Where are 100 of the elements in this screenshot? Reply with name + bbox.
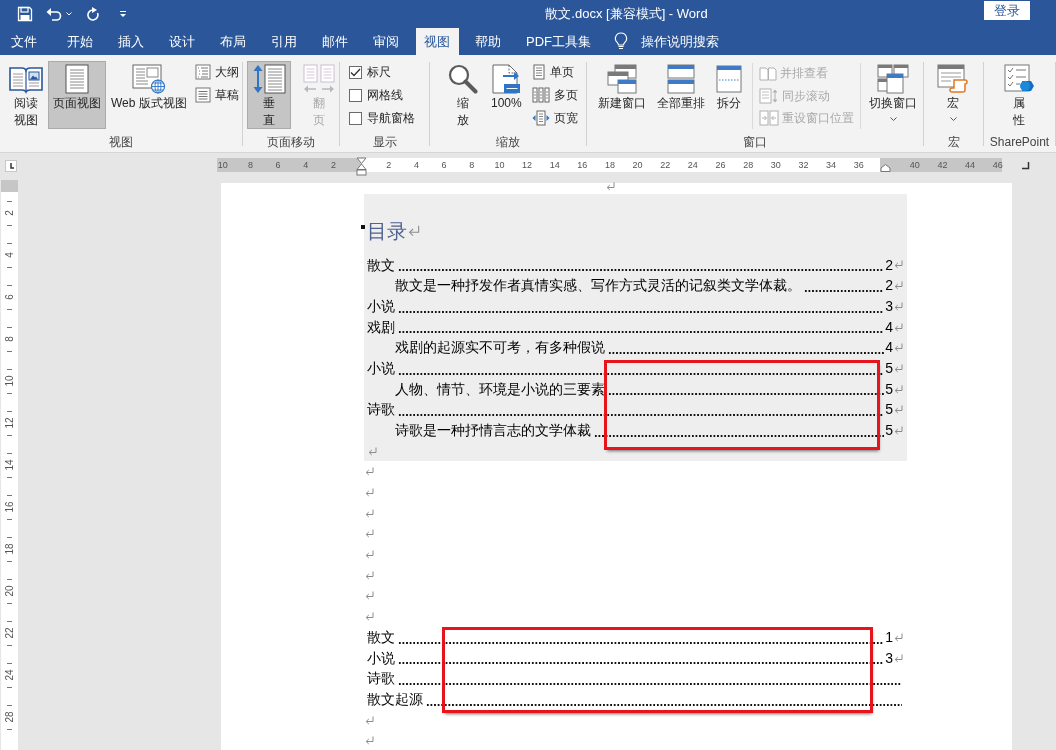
tab-selector-icon[interactable] — [5, 160, 17, 172]
split-button[interactable]: 拆分 — [711, 61, 747, 129]
corner-mark-icon — [1022, 162, 1030, 170]
ruler-number: 10 — [4, 375, 15, 387]
ruler-checkbox[interactable] — [349, 65, 362, 79]
ribbon-tab[interactable]: 布局 — [211, 28, 255, 55]
undo-icon[interactable] — [46, 6, 62, 21]
toc-entry: 散文是一种抒发作者真情实感、写作方式灵活的记叙类文学体裁。 — [395, 276, 801, 296]
ribbon-group-label: 显示 — [372, 135, 397, 149]
save-icon[interactable] — [17, 5, 33, 22]
ruler-number: 22 — [660, 160, 671, 170]
ribbon-tab[interactable]: 视图 — [415, 28, 459, 55]
sign-in-button[interactable]: 登录 — [984, 1, 1030, 20]
read-mode-button[interactable]: 阅读视图 — [4, 61, 48, 129]
ruler-number: 8 — [4, 336, 15, 342]
ruler-number: 18 — [4, 543, 15, 555]
ribbon-group-label: 缩放 — [496, 135, 520, 149]
ruler-number: 16 — [4, 501, 15, 513]
toc-entry: 小说 — [367, 648, 395, 668]
square-mark-icon — [361, 225, 365, 229]
caret-icon[interactable] — [66, 11, 72, 16]
ruler-number: 12 — [4, 417, 15, 429]
ruler-number: 20 — [4, 585, 15, 597]
macros-button[interactable]: 宏 — [932, 61, 974, 129]
page-number: 3 — [885, 296, 893, 316]
ribbon-tab[interactable]: 审阅 — [364, 28, 408, 55]
ruler-margin — [1, 180, 18, 192]
ribbon-tab[interactable]: 开始 — [58, 28, 102, 55]
switch-windows-icon — [877, 64, 909, 94]
ruler-number: 42 — [937, 160, 948, 170]
ribbon-tab[interactable]: 文件 — [2, 28, 46, 55]
side-by-side-pages-icon — [303, 64, 335, 94]
ruler-number: 6 — [4, 294, 15, 300]
one-page-button[interactable]: 单页 — [528, 61, 581, 83]
lightbulb-icon[interactable] — [613, 32, 628, 50]
ribbon-tab[interactable]: 引用 — [262, 28, 306, 55]
indent-marker-icon[interactable] — [880, 164, 891, 172]
ribbon-tab[interactable]: 插入 — [109, 28, 153, 55]
switch-windows-button[interactable]: 切换窗口 — [864, 61, 922, 129]
vertical-arrows-page-icon — [252, 64, 286, 94]
multiple-pages-button[interactable]: 多页 — [528, 84, 581, 106]
paragraph-mark-icon — [894, 343, 903, 353]
zoom-button[interactable]: 缩放 — [442, 61, 484, 129]
ruler-number: 10 — [217, 160, 228, 170]
paragraph-mark-icon — [365, 570, 374, 580]
paragraph-mark-icon — [894, 653, 903, 663]
outline-button[interactable]: 大纲 — [191, 61, 242, 83]
draft-button[interactable]: 草稿 — [191, 84, 242, 106]
gridlines-checkbox[interactable] — [349, 88, 362, 102]
ruler-number: 14 — [549, 160, 560, 170]
ribbon-tab[interactable]: PDF工具集 — [517, 28, 600, 55]
ribbon-tab[interactable]: 邮件 — [313, 28, 357, 55]
tell-me-search[interactable]: 操作说明搜索 — [640, 28, 719, 55]
page-number: 5 — [885, 400, 893, 420]
vertical-button[interactable]: 垂直 — [247, 61, 291, 129]
ruler-number: 30 — [770, 160, 781, 170]
ribbon-tab[interactable]: 帮助 — [466, 28, 510, 55]
window-title: 散文.docx [兼容模式] - Word — [545, 5, 708, 21]
ribbon-group-label: 视图 — [109, 135, 133, 149]
redo-icon[interactable] — [87, 6, 100, 21]
new-window-button[interactable]: 新建窗口 — [593, 61, 651, 129]
arrange-all-button[interactable]: 全部重排 — [652, 61, 710, 129]
print-layout-button[interactable]: 页面视图 — [48, 61, 106, 129]
paragraph-mark-icon — [894, 384, 903, 394]
toc-entry: 戏剧 — [367, 317, 395, 337]
ribbon-group-label: 宏 — [947, 135, 960, 149]
ruler-number: 2 — [386, 160, 392, 170]
checkbox-label[interactable]: 导航窗格 — [367, 110, 415, 126]
ribbon-group-label: SharePoint — [989, 135, 1050, 149]
ribbon-tab[interactable]: 设计 — [160, 28, 204, 55]
navigation-pane-checkbox[interactable] — [349, 111, 362, 125]
toc-entry: 诗歌是一种抒情言志的文学体裁 — [395, 421, 591, 441]
checkbox-label[interactable]: 标尺 — [367, 64, 391, 80]
draft-icon — [194, 87, 211, 103]
page-number: 5 — [885, 359, 893, 379]
ruler-number: 26 — [715, 160, 726, 170]
ruler-number: 10 — [494, 160, 505, 170]
ruler-number: 2 — [330, 160, 336, 170]
properties-button[interactable]: 属性 — [998, 61, 1040, 129]
reset-window-icon — [759, 110, 779, 127]
paragraph-mark-icon — [606, 182, 615, 191]
ruler-number: 4 — [303, 160, 309, 170]
page-width-button[interactable]: 页宽 — [528, 107, 581, 129]
customize-menu-icon[interactable] — [119, 9, 127, 18]
web-page-globe-icon — [131, 64, 166, 94]
toc-entry: 小说 — [367, 359, 395, 379]
ruler-number: 28 — [743, 160, 754, 170]
sync-scroll-icon — [759, 88, 779, 104]
ruler-number: 4 — [4, 252, 15, 258]
paragraph-mark-icon — [894, 322, 903, 332]
toc-entry: 诗歌 — [367, 669, 395, 689]
zoom-100-button[interactable]: 100% — [486, 61, 527, 129]
checkmark-icon — [350, 67, 361, 77]
web-layout-button[interactable]: Web 版式视图 — [106, 61, 192, 129]
magnifier-icon — [447, 64, 479, 94]
outline-icon — [194, 64, 211, 80]
checkbox-label[interactable]: 网格线 — [367, 87, 403, 103]
toc-entry: 戏剧的起源实不可考，有多种假说 — [395, 338, 605, 358]
ruler-number: 28 — [4, 711, 15, 723]
page-number: 2 — [885, 276, 893, 296]
